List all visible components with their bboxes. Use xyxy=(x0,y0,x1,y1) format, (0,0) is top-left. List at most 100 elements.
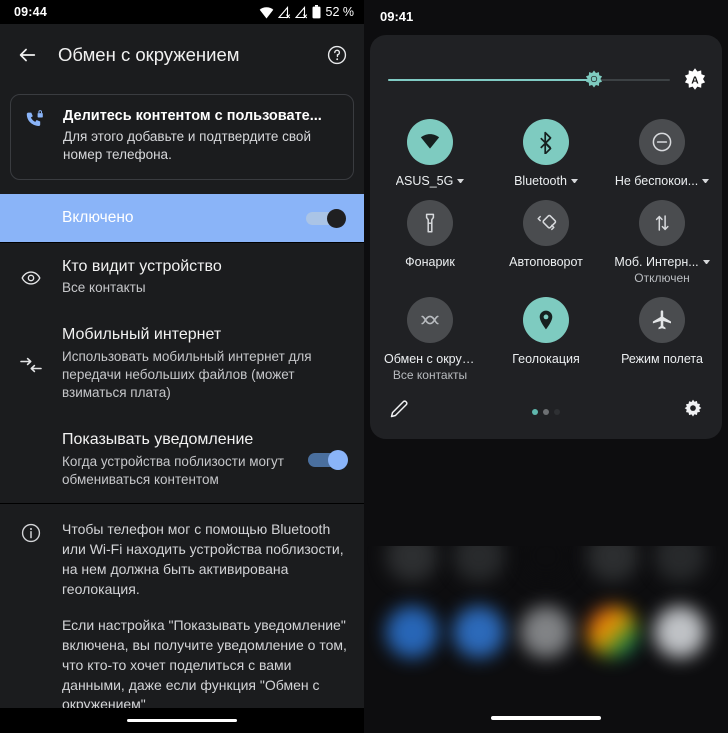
tile-row: Обмен с окруже... Все контакты Геолокаци… xyxy=(372,297,720,382)
battery-percent-label: 52 % xyxy=(325,5,355,19)
blurred-app-icon xyxy=(452,546,505,582)
footer-info-block: Чтобы телефон мог с помощью Bluetooth ил… xyxy=(0,504,364,715)
qs-footer xyxy=(370,382,722,429)
status-bar-icons: 52 % xyxy=(259,5,355,19)
back-arrow-icon[interactable] xyxy=(14,42,40,68)
tile-label: Фонарик xyxy=(405,255,455,269)
help-circle-icon[interactable] xyxy=(324,42,350,68)
bluetooth-icon[interactable] xyxy=(523,119,569,165)
tile-bluetooth[interactable]: Bluetooth xyxy=(488,119,604,188)
slider-fill xyxy=(388,79,594,81)
qs-clock: 09:41 xyxy=(380,8,414,24)
tile-sublabel: Все контакты xyxy=(392,368,468,382)
show-notification-toggle[interactable] xyxy=(308,449,348,470)
status-bar-clock: 09:44 xyxy=(14,5,47,19)
wifi-icon xyxy=(259,6,274,19)
tile-row: ASUS_5G Bluetooth Не беспокои... xyxy=(372,119,720,188)
tile-auto-rotate[interactable]: Автоповорот xyxy=(488,200,604,285)
enabled-label: Включено xyxy=(62,208,134,226)
blurred-dock-icon xyxy=(587,606,640,658)
tile-label: Режим полета xyxy=(621,352,703,366)
tile-do-not-disturb[interactable]: Не беспокои... xyxy=(604,119,720,188)
setting-subtitle: Все контакты xyxy=(62,280,146,296)
settings-list: Кто видит устройство Все контакты Мобиль… xyxy=(0,242,364,504)
chevron-down-icon[interactable] xyxy=(570,179,578,183)
blurred-app-icon xyxy=(519,546,572,582)
tile-wifi[interactable]: ASUS_5G xyxy=(372,119,488,188)
brightness-slider[interactable] xyxy=(388,69,670,91)
nearby-share-icon[interactable] xyxy=(407,297,453,343)
page-dot[interactable] xyxy=(543,408,549,415)
setting-title: Кто видит устройство xyxy=(62,257,222,275)
nearby-share-enabled-row[interactable]: Включено xyxy=(0,193,364,242)
app-bar: Обмен с окружением xyxy=(0,24,364,86)
blurred-dock-icon xyxy=(654,606,707,658)
battery-icon xyxy=(312,5,321,19)
location-icon[interactable] xyxy=(523,297,569,343)
tile-label: Не беспокои... xyxy=(614,174,699,188)
card-title: Делитесь контентом с пользовате... xyxy=(63,108,322,124)
signal-no-sim-icon-2 xyxy=(294,5,308,19)
tile-mobile-data[interactable]: Моб. Интерн... Отключен xyxy=(604,200,720,285)
blurred-dock-icon xyxy=(452,606,505,658)
tile-location[interactable]: Геолокация xyxy=(488,297,604,382)
tile-airplane-mode[interactable]: Режим полета xyxy=(604,297,720,382)
tile-nearby-share[interactable]: Обмен с окруже... Все контакты xyxy=(372,297,488,382)
dual-screenshot: 09:44 52 % Обмен с окружением Делитесь к… xyxy=(0,0,728,733)
chevron-down-icon[interactable] xyxy=(702,179,710,183)
blurred-dock-icon xyxy=(519,606,572,658)
footer-paragraph: Чтобы телефон мог с помощью Bluetooth ил… xyxy=(62,521,344,598)
chevron-down-icon[interactable] xyxy=(457,179,465,183)
svg-text:A: A xyxy=(691,75,699,86)
airplane-icon[interactable] xyxy=(639,297,685,343)
do-not-disturb-icon[interactable] xyxy=(639,119,685,165)
setting-subtitle: Использовать мобильный интернет для пере… xyxy=(62,349,312,401)
quick-settings-screen: 09:41 A ASUS_5G Bluetooth Не беспокои...… xyxy=(364,0,728,733)
toggle-thumb xyxy=(328,449,348,470)
setting-row-mobile-data[interactable]: Мобильный интернет Использовать мобильны… xyxy=(0,311,364,416)
data-transfer-icon xyxy=(0,352,62,376)
page-title: Обмен с окружением xyxy=(58,44,240,65)
qs-status-bar: 09:41 xyxy=(364,0,728,32)
auto-brightness-icon[interactable]: A xyxy=(682,67,708,93)
tile-label: Обмен с окруже... xyxy=(384,352,476,366)
footer-paragraph: Если настройка "Показывать уведомление" … xyxy=(62,616,347,713)
home-gesture-pill[interactable] xyxy=(127,719,237,722)
blurred-app-icon xyxy=(654,546,707,582)
tile-flashlight[interactable]: Фонарик xyxy=(372,200,488,285)
gear-icon[interactable] xyxy=(682,398,704,425)
tiles-grid: ASUS_5G Bluetooth Не беспокои... Фонарик… xyxy=(370,101,722,382)
setting-subtitle: Когда устройства поблизости могут обмени… xyxy=(62,454,284,488)
flashlight-icon[interactable] xyxy=(407,200,453,246)
pencil-icon[interactable] xyxy=(388,398,410,425)
brightness-thumb-icon[interactable] xyxy=(583,69,605,96)
page-dot[interactable] xyxy=(554,408,560,415)
card-description: Для этого добавьте и подтвердите свой но… xyxy=(63,129,311,163)
navigation-bar xyxy=(0,708,364,733)
nearby-share-toggle[interactable] xyxy=(306,208,346,228)
setting-row-show-notification[interactable]: Показывать уведомление Когда устройства … xyxy=(0,416,364,503)
setting-title: Показывать уведомление xyxy=(62,431,254,449)
page-dot[interactable] xyxy=(532,408,538,415)
tile-label: Геолокация xyxy=(512,352,580,366)
home-gesture-pill[interactable] xyxy=(491,716,601,720)
mobile-data-icon[interactable] xyxy=(639,200,685,246)
setting-row-visibility[interactable]: Кто видит устройство Все контакты xyxy=(0,243,364,312)
tile-sublabel: Отключен xyxy=(634,271,690,285)
toggle-thumb xyxy=(327,208,346,228)
info-icon xyxy=(0,520,62,715)
navigation-bar xyxy=(364,703,728,733)
brightness-row: A xyxy=(370,43,722,101)
wifi-icon[interactable] xyxy=(407,119,453,165)
blurred-app-row xyxy=(364,546,728,582)
quick-settings-panel: A ASUS_5G Bluetooth Не беспокои... Фонар… xyxy=(370,35,722,439)
setting-title: Мобильный интернет xyxy=(62,326,222,344)
verify-phone-card[interactable]: Делитесь контентом с пользовате... Для э… xyxy=(10,94,354,180)
status-bar: 09:44 52 % xyxy=(0,0,364,24)
tile-label: Bluetooth xyxy=(514,174,567,188)
auto-rotate-icon[interactable] xyxy=(523,200,569,246)
chevron-down-icon[interactable] xyxy=(702,260,710,264)
blurred-app-icon xyxy=(587,546,640,582)
page-indicator xyxy=(532,408,560,415)
tile-label: Автоповорот xyxy=(509,255,583,269)
